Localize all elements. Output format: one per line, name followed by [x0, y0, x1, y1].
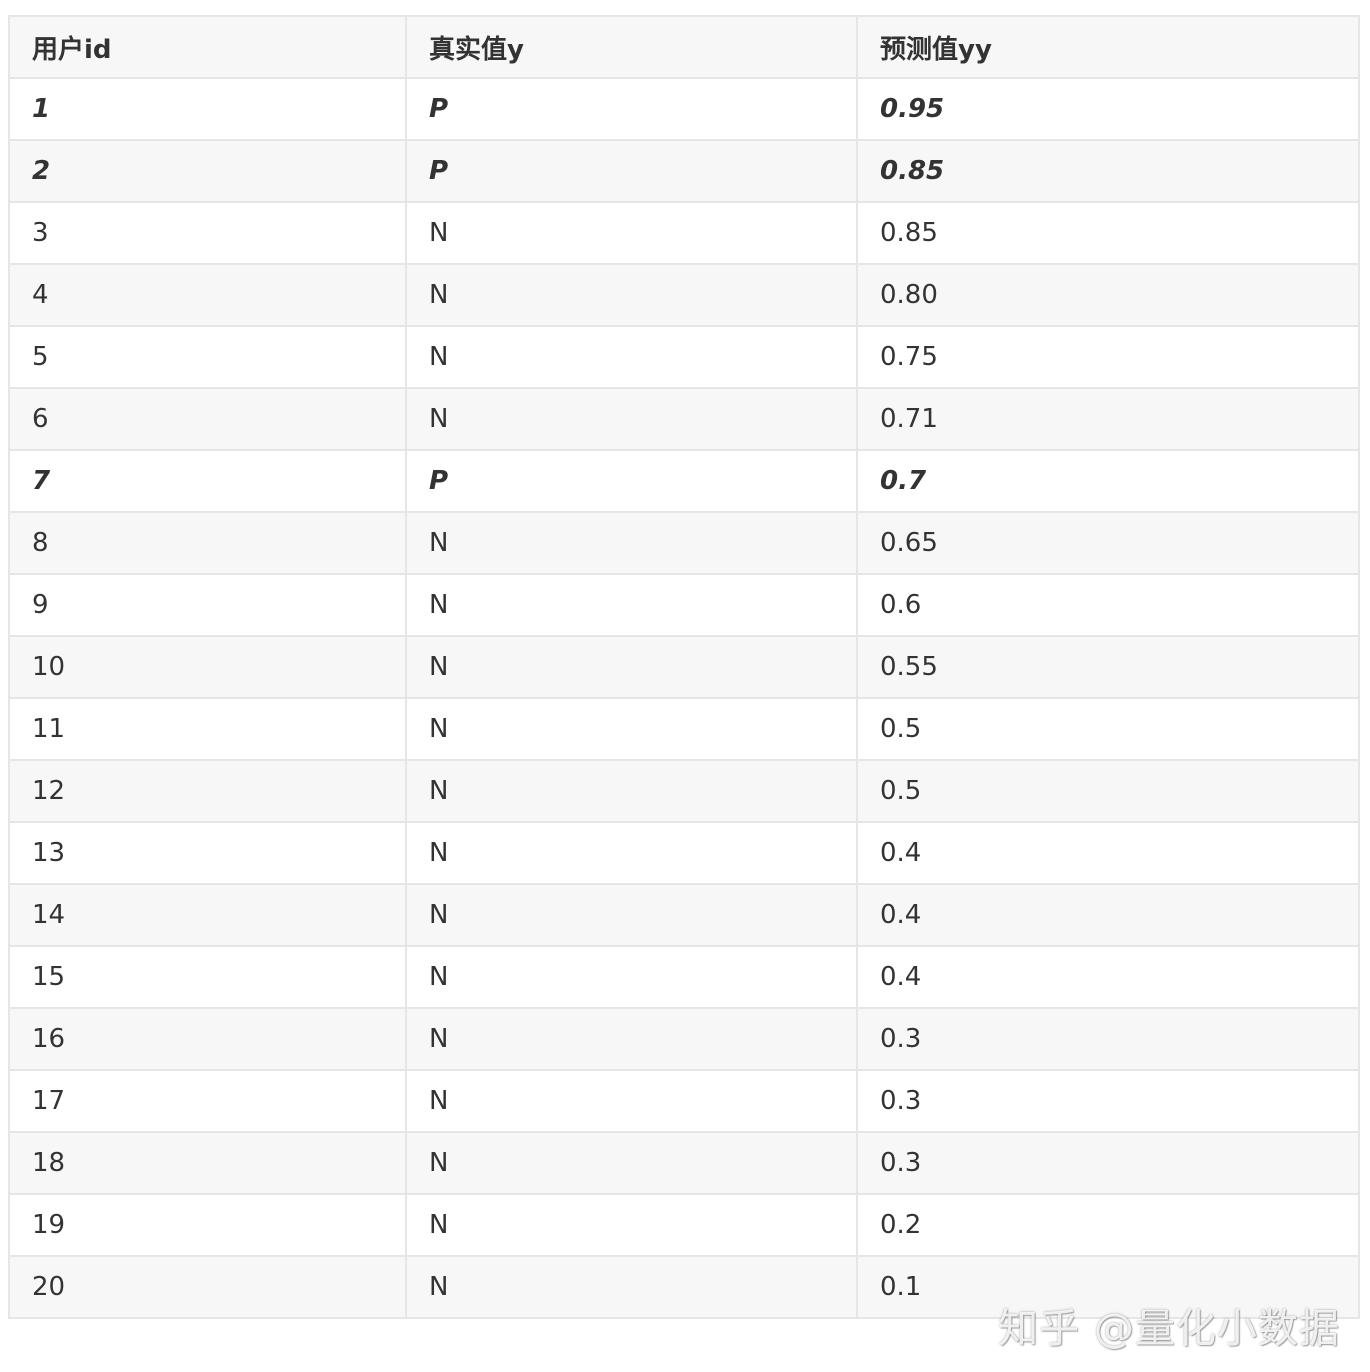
- cell-predicted-value: 0.1: [856, 1255, 1360, 1319]
- cell-true-value: N: [405, 511, 858, 575]
- cell-true-value: N: [405, 635, 858, 699]
- data-table: 用户id 真实值y 预测值yy 1 P 0.95 2 P 0.85 3 N 0.85 4 N 0.80…: [8, 15, 1360, 1319]
- column-header-predicted-value: 预测值yy: [856, 15, 1360, 79]
- cell-user-id: 4: [8, 263, 407, 327]
- table-row: 15 N 0.4: [8, 945, 1360, 1009]
- page: 用户id 真实值y 预测值yy 1 P 0.95 2 P 0.85 3 N 0.85 4 N 0.80…: [0, 0, 1370, 1372]
- column-header-user-id: 用户id: [8, 15, 407, 79]
- cell-true-value: P: [405, 139, 858, 203]
- cell-true-value: P: [405, 77, 858, 141]
- cell-true-value: N: [405, 759, 858, 823]
- cell-predicted-value: 0.75: [856, 325, 1360, 389]
- cell-predicted-value: 0.3: [856, 1069, 1360, 1133]
- cell-user-id: 8: [8, 511, 407, 575]
- column-header-true-value: 真实值y: [405, 15, 858, 79]
- table-row: 11 N 0.5: [8, 697, 1360, 761]
- cell-predicted-value: 0.85: [856, 139, 1360, 203]
- table-row: 6 N 0.71: [8, 387, 1360, 451]
- cell-user-id: 20: [8, 1255, 407, 1319]
- cell-predicted-value: 0.2: [856, 1193, 1360, 1257]
- table-row: 9 N 0.6: [8, 573, 1360, 637]
- table-row: 1 P 0.95: [8, 77, 1360, 141]
- cell-predicted-value: 0.7: [856, 449, 1360, 513]
- table-row: 8 N 0.65: [8, 511, 1360, 575]
- cell-user-id: 19: [8, 1193, 407, 1257]
- table-row: 16 N 0.3: [8, 1007, 1360, 1071]
- table-row: 13 N 0.4: [8, 821, 1360, 885]
- cell-predicted-value: 0.4: [856, 821, 1360, 885]
- cell-predicted-value: 0.71: [856, 387, 1360, 451]
- cell-predicted-value: 0.85: [856, 201, 1360, 265]
- table-row: 12 N 0.5: [8, 759, 1360, 823]
- cell-true-value: N: [405, 1131, 858, 1195]
- cell-predicted-value: 0.3: [856, 1131, 1360, 1195]
- table-row: 5 N 0.75: [8, 325, 1360, 389]
- table-header-row: 用户id 真实值y 预测值yy: [8, 15, 1360, 79]
- table-header: 用户id 真实值y 预测值yy: [8, 15, 1360, 79]
- table-row: 17 N 0.3: [8, 1069, 1360, 1133]
- table-body: 1 P 0.95 2 P 0.85 3 N 0.85 4 N 0.80 5 N 0.75 6 N 0.71 7 P 0.…: [8, 77, 1360, 1319]
- table-row: 3 N 0.85: [8, 201, 1360, 265]
- table-row: 2 P 0.85: [8, 139, 1360, 203]
- cell-predicted-value: 0.95: [856, 77, 1360, 141]
- cell-user-id: 11: [8, 697, 407, 761]
- cell-user-id: 1: [8, 77, 407, 141]
- cell-user-id: 15: [8, 945, 407, 1009]
- table-row: 19 N 0.2: [8, 1193, 1360, 1257]
- table-row: 7 P 0.7: [8, 449, 1360, 513]
- cell-true-value: N: [405, 821, 858, 885]
- cell-true-value: N: [405, 201, 858, 265]
- cell-user-id: 13: [8, 821, 407, 885]
- cell-true-value: P: [405, 449, 858, 513]
- cell-true-value: N: [405, 1069, 858, 1133]
- cell-true-value: N: [405, 945, 858, 1009]
- cell-true-value: N: [405, 1255, 858, 1319]
- cell-predicted-value: 0.55: [856, 635, 1360, 699]
- cell-predicted-value: 0.65: [856, 511, 1360, 575]
- table-row: 4 N 0.80: [8, 263, 1360, 327]
- cell-predicted-value: 0.5: [856, 759, 1360, 823]
- table-row: 18 N 0.3: [8, 1131, 1360, 1195]
- cell-predicted-value: 0.5: [856, 697, 1360, 761]
- table-row: 20 N 0.1: [8, 1255, 1360, 1319]
- cell-user-id: 10: [8, 635, 407, 699]
- cell-predicted-value: 0.80: [856, 263, 1360, 327]
- cell-user-id: 14: [8, 883, 407, 947]
- cell-predicted-value: 0.4: [856, 945, 1360, 1009]
- cell-true-value: N: [405, 263, 858, 327]
- cell-user-id: 3: [8, 201, 407, 265]
- cell-true-value: N: [405, 1193, 858, 1257]
- cell-user-id: 16: [8, 1007, 407, 1071]
- cell-true-value: N: [405, 573, 858, 637]
- cell-true-value: N: [405, 697, 858, 761]
- table-row: 10 N 0.55: [8, 635, 1360, 699]
- cell-predicted-value: 0.6: [856, 573, 1360, 637]
- cell-user-id: 5: [8, 325, 407, 389]
- cell-user-id: 12: [8, 759, 407, 823]
- cell-true-value: N: [405, 387, 858, 451]
- cell-user-id: 6: [8, 387, 407, 451]
- cell-user-id: 17: [8, 1069, 407, 1133]
- cell-predicted-value: 0.4: [856, 883, 1360, 947]
- cell-true-value: N: [405, 1007, 858, 1071]
- cell-user-id: 18: [8, 1131, 407, 1195]
- cell-user-id: 7: [8, 449, 407, 513]
- cell-predicted-value: 0.3: [856, 1007, 1360, 1071]
- cell-user-id: 9: [8, 573, 407, 637]
- cell-true-value: N: [405, 325, 858, 389]
- cell-true-value: N: [405, 883, 858, 947]
- table-row: 14 N 0.4: [8, 883, 1360, 947]
- cell-user-id: 2: [8, 139, 407, 203]
